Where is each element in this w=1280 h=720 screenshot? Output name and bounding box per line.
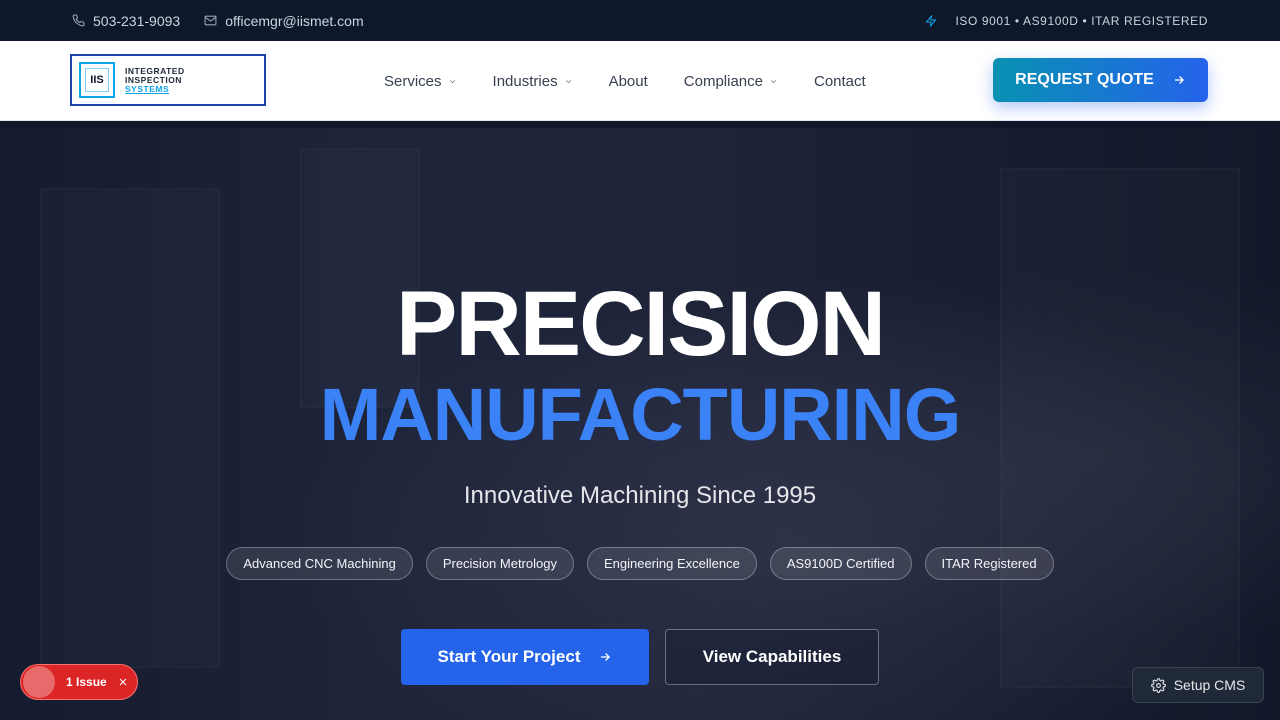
lightning-icon (925, 14, 938, 27)
main-navbar: IIS INTEGRATED INSPECTION SYSTEMS Servic… (0, 41, 1280, 121)
setup-cms-label: Setup CMS (1173, 677, 1246, 693)
request-quote-button[interactable]: REQUEST QUOTE (993, 58, 1208, 102)
certifications-text: ISO 9001 • AS9100D • ITAR REGISTERED (955, 13, 1208, 28)
hero-content: PRECISION MANUFACTURING Innovative Machi… (0, 128, 1280, 720)
capability-tags: Advanced CNC Machining Precision Metrolo… (0, 547, 1280, 580)
hero-title-line-2: MANUFACTURING (319, 373, 962, 456)
email-address: officemgr@iismet.com (225, 12, 364, 29)
logo-mark: IIS (79, 62, 115, 98)
capability-tag: Advanced CNC Machining (226, 547, 413, 580)
nav-item-compliance[interactable]: Compliance (684, 73, 778, 90)
gear-icon (1150, 677, 1166, 693)
nav-label: Compliance (683, 72, 763, 90)
hero-subtitle: Innovative Machining Since 1995 (463, 482, 817, 509)
email-contact[interactable]: officemgr@iismet.com (204, 12, 364, 29)
company-logo[interactable]: IIS INTEGRATED INSPECTION SYSTEMS (70, 54, 266, 106)
phone-icon (72, 14, 85, 27)
hero-title-line-1: PRECISION (395, 273, 886, 375)
start-project-button[interactable]: Start Your Project (401, 629, 649, 685)
nav-label: Contact (814, 72, 866, 90)
logo-wordmark: INTEGRATED INSPECTION SYSTEMS (125, 66, 185, 94)
nav-item-contact[interactable]: Contact (814, 73, 866, 90)
issues-badge[interactable]: 1 Issue (20, 664, 138, 700)
mail-icon (204, 15, 217, 26)
request-quote-label: REQUEST QUOTE (1015, 71, 1154, 88)
nav-item-about[interactable]: About (609, 73, 648, 90)
chevron-down-icon (449, 79, 455, 83)
arrow-right-icon (1174, 76, 1184, 84)
nav-item-services[interactable]: Services (384, 73, 457, 90)
hero-section: PRECISION MANUFACTURING Innovative Machi… (0, 128, 1280, 720)
phone-number: 503-231-9093 (93, 12, 181, 29)
issue-indicator-dot (23, 666, 55, 698)
nav-label: Industries (492, 72, 558, 90)
phone-contact[interactable]: 503-231-9093 (72, 13, 180, 29)
capability-tag: ITAR Registered (924, 547, 1054, 580)
setup-cms-button[interactable]: Setup CMS (1132, 667, 1264, 703)
nav-label: About (608, 72, 648, 90)
capability-tag: Engineering Excellence (586, 547, 757, 580)
primary-nav: Services Industries About Compliance Con… (384, 41, 866, 121)
start-project-label: Start Your Project (437, 647, 581, 666)
nav-item-industries[interactable]: Industries (493, 73, 573, 90)
arrow-right-icon (601, 653, 611, 661)
nav-label: Services (384, 72, 442, 90)
close-icon[interactable] (117, 676, 129, 688)
capability-tag: AS9100D Certified (769, 547, 912, 580)
view-capabilities-label: View Capabilities (702, 647, 842, 666)
logo-mark-text: IIS (90, 74, 104, 86)
chevron-down-icon (565, 79, 571, 83)
top-info-bar: 503-231-9093 officemgr@iismet.com ISO 90… (0, 0, 1280, 41)
capability-tag: Precision Metrology (425, 547, 574, 580)
view-capabilities-button[interactable]: View Capabilities (665, 629, 879, 685)
chevron-down-icon (770, 79, 777, 83)
issues-count-label: 1 Issue (66, 675, 107, 689)
logo-line-3: SYSTEMS (125, 83, 170, 94)
